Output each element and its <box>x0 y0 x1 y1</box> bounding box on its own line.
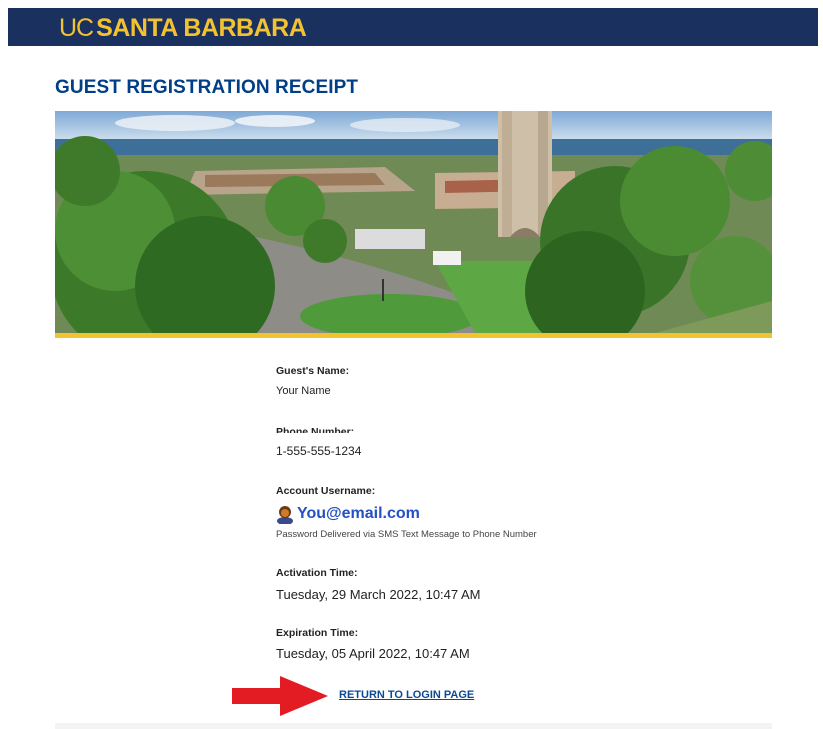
footer-band <box>55 723 772 729</box>
account-username-label: Account Username: <box>276 485 376 497</box>
person-avatar-icon <box>277 506 293 524</box>
phone-number-value: 1-555-555-1234 <box>276 444 362 458</box>
guest-registration-receipt-page: UC SANTA BARBARA GUEST REGISTRATION RECEI… <box>0 0 823 729</box>
logo-uc-text: UC <box>59 14 94 42</box>
red-arrow-icon <box>232 676 328 716</box>
campus-photo <box>55 111 772 333</box>
account-username-row: You@email.com <box>276 503 420 525</box>
guest-name-label: Guest's Name: <box>276 365 350 377</box>
phone-number-label: Phone Number: <box>276 426 355 433</box>
gold-divider <box>55 333 772 338</box>
phone-number-label-wrap: Phone Number: <box>276 425 396 433</box>
ucsb-logo: UC SANTA BARBARA <box>59 14 307 42</box>
expiration-time-label: Expiration Time: <box>276 627 359 639</box>
logo-campus-text: SANTA BARBARA <box>96 14 307 42</box>
top-banner: UC SANTA BARBARA <box>8 8 818 46</box>
campus-hero-image <box>55 111 772 333</box>
password-delivery-note: Password Delivered via SMS Text Message … <box>276 529 537 540</box>
expiration-time-value: Tuesday, 05 April 2022, 10:47 AM <box>276 646 470 661</box>
activation-time-value: Tuesday, 29 March 2022, 10:47 AM <box>276 587 481 602</box>
guest-name-value: Your Name <box>276 385 331 397</box>
page-title: GUEST REGISTRATION RECEIPT <box>55 77 359 98</box>
activation-time-label: Activation Time: <box>276 567 358 579</box>
return-to-login-link[interactable]: RETURN TO LOGIN PAGE <box>339 689 474 701</box>
account-username-value: You@email.com <box>297 505 420 522</box>
